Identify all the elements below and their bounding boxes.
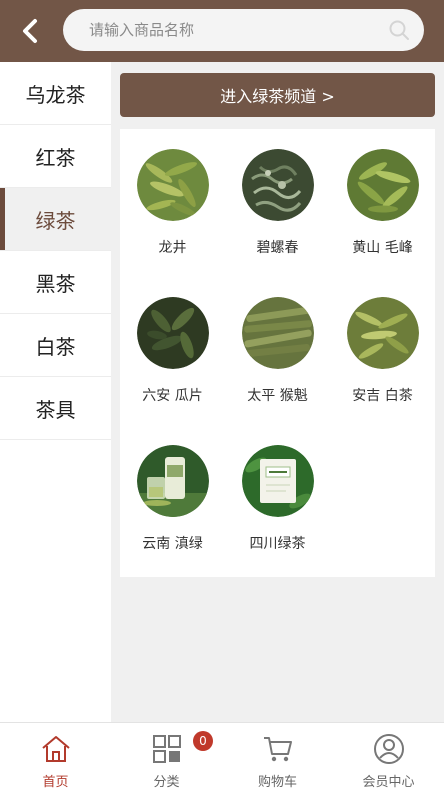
tea-item-biluochun[interactable]: 碧螺春: [225, 129, 330, 277]
search-icon[interactable]: [388, 19, 410, 41]
huangshan-maofeng-leaf-photo: [346, 149, 419, 221]
tab-cart[interactable]: 购物车: [222, 723, 333, 794]
tea-name: 龙井: [158, 240, 187, 256]
tab-label: 首页: [42, 775, 69, 790]
taiping-houkui-leaf-photo: [241, 297, 314, 369]
tea-grid: 龙井 碧螺春 黄山 毛峰 六安 瓜片 太平 猴魁 安吉 白茶 云南 滇绿 四川绿…: [120, 129, 435, 577]
sichuan-lvcha-package-photo: [241, 445, 314, 517]
biluochun-leaf-photo: [241, 149, 314, 221]
tab-label: 购物车: [257, 775, 297, 790]
sidebar-item-green-tea[interactable]: 绿茶: [0, 188, 111, 251]
back-arrow-icon: [23, 19, 37, 43]
enter-channel-button[interactable]: 进入绿茶频道 >: [120, 73, 435, 117]
cart-count-badge: 0: [193, 731, 213, 751]
search-box[interactable]: [63, 9, 424, 51]
cart-icon: [263, 737, 292, 762]
main-content: 进入绿茶频道 > 龙井 碧螺春 黄山 毛峰 六安 瓜片 太平 猴魁 安吉 白茶 …: [111, 62, 444, 722]
sidebar-item-label: 茶具: [35, 397, 76, 422]
search-input[interactable]: [89, 9, 379, 51]
longjing-leaf-photo: [136, 149, 209, 221]
tea-item-taiping-houkui[interactable]: 太平 猴魁: [225, 277, 330, 425]
yunnan-dianlv-package-photo: [136, 445, 209, 517]
sidebar-item-tea-ware[interactable]: 茶具: [0, 377, 111, 440]
tea-item-longjing[interactable]: 龙井: [120, 129, 225, 277]
luan-guapian-leaf-photo: [136, 297, 209, 369]
tea-name: 六安 瓜片: [142, 388, 203, 404]
tea-name: 安吉 白茶: [352, 388, 413, 404]
tab-member-center[interactable]: 会员中心: [333, 723, 444, 794]
sidebar-item-black-tea[interactable]: 红茶: [0, 125, 111, 188]
tea-name: 四川绿茶: [249, 536, 306, 552]
tab-label: 会员中心: [362, 775, 415, 790]
tea-item-sichuan-lvcha[interactable]: 四川绿茶: [225, 425, 330, 573]
tea-item-luan-guapian[interactable]: 六安 瓜片: [120, 277, 225, 425]
sidebar-item-label: 白茶: [35, 334, 76, 359]
tea-name: 碧螺春: [256, 240, 299, 256]
anji-baicha-leaf-photo: [346, 297, 419, 369]
tab-label: 分类: [153, 775, 180, 790]
sidebar-item-label: 绿茶: [35, 208, 76, 233]
sidebar-item-white-tea[interactable]: 白茶: [0, 314, 111, 377]
tea-item-yunnan-dianlv[interactable]: 云南 滇绿: [120, 425, 225, 573]
tea-item-anji-baicha[interactable]: 安吉 白茶: [330, 277, 435, 425]
top-header: [0, 0, 444, 62]
user-icon: [373, 734, 404, 764]
tab-home[interactable]: 首页: [0, 723, 111, 794]
category-sidebar: 乌龙茶 红茶 绿茶 黑茶 白茶 茶具: [0, 62, 111, 722]
tea-name: 黄山 毛峰: [352, 240, 413, 256]
tea-name: 云南 滇绿: [142, 536, 203, 552]
sidebar-item-label: 乌龙茶: [25, 82, 86, 107]
sidebar-item-label: 黑茶: [35, 271, 76, 296]
tea-name: 太平 猴魁: [247, 388, 308, 404]
sidebar-item-label: 红茶: [35, 145, 76, 170]
back-button[interactable]: [10, 12, 50, 50]
sidebar-item-oolong[interactable]: 乌龙茶: [0, 62, 111, 125]
tea-item-huangshan-maofeng[interactable]: 黄山 毛峰: [330, 129, 435, 277]
sidebar-item-dark-tea[interactable]: 黑茶: [0, 251, 111, 314]
enter-channel-label: 进入绿茶频道 >: [220, 87, 335, 106]
bottom-tab-bar: 首页 分类 购物车 会员中心 0: [0, 722, 444, 794]
home-icon: [41, 736, 70, 762]
category-grid-icon: [152, 735, 181, 763]
